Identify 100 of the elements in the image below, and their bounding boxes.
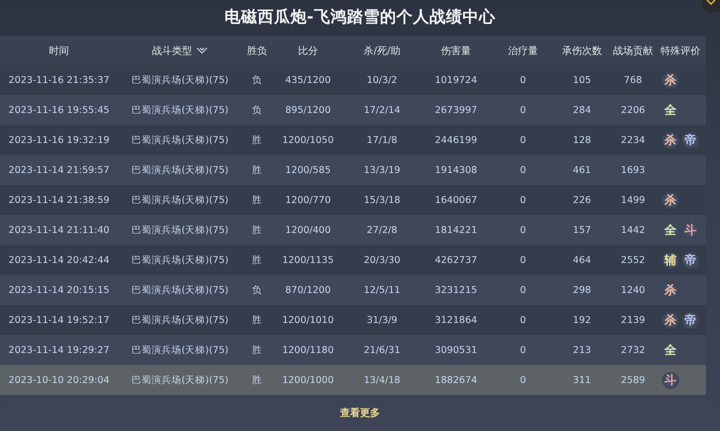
table-cell-text: 895/1200 [284, 104, 332, 116]
rating-badge: 帝 [682, 252, 699, 268]
rating-badge: 杀 [662, 312, 679, 328]
table-cell-text: 0 [518, 74, 528, 86]
table-cell-text: 21/6/31 [362, 344, 402, 356]
table-cell-text: 128 [572, 134, 592, 146]
table-cell-text: 192 [572, 314, 592, 326]
table-cell-text: 464 [572, 254, 592, 266]
close-button[interactable] [702, 0, 720, 12]
rating-badge: 斗 [682, 222, 699, 238]
table-row[interactable]: 2023-11-14 20:15:15 巴蜀演兵场(天梯)(75) 负 870/1200 12/5/11 3231215 0 298 1240 杀 [0, 275, 706, 305]
table-cell-text: 1200/400 [284, 224, 332, 236]
table-cell-text: 3090531 [434, 344, 478, 356]
table-cell-text: 1499 [620, 194, 646, 206]
chevron-down-icon[interactable] [196, 47, 208, 54]
table-cell-text: 1442 [620, 224, 646, 236]
column-header: 战场贡献 [613, 44, 653, 58]
column-header: 承伤次数 [562, 44, 602, 58]
table-cell-text: 31/3/9 [366, 314, 398, 326]
table-cell-text: 胜 [251, 164, 263, 176]
table-cell-text: 1240 [620, 284, 646, 296]
table-cell-text: 2139 [620, 314, 646, 326]
table-cell-text: 1200/1180 [281, 344, 335, 356]
table-cell-text: 2023-11-14 20:42:44 [8, 254, 110, 266]
rating-badge: 全 [662, 102, 679, 118]
table-cell-text: 1693 [620, 164, 646, 176]
table-row[interactable]: 2023-11-14 21:59:57 巴蜀演兵场(天梯)(75) 胜 1200/585 13/3/19 1914308 0 461 1693 [0, 155, 706, 185]
table-cell-text: 1200/1050 [281, 134, 335, 146]
rating-badge: 全 [662, 222, 679, 238]
table-cell-text: 2023-11-16 21:35:37 [8, 74, 110, 86]
view-more-link[interactable]: 查看更多 [340, 406, 380, 420]
rating-badge: 斗 [662, 372, 679, 388]
table-cell-text: 1882674 [434, 374, 478, 386]
table-cell-text: 负 [251, 104, 263, 116]
table-cell-text: 3121864 [434, 314, 478, 326]
table-cell-text: 0 [518, 254, 528, 266]
table-cell-text: 27/2/8 [366, 224, 398, 236]
table-row[interactable]: 2023-11-14 20:42:44 巴蜀演兵场(天梯)(75) 胜 1200/1135 20/3/30 4262737 0 464 2552 辅 帝 [0, 245, 706, 275]
table-cell-text: 2023-11-16 19:55:45 [8, 104, 110, 116]
column-header: 伤害量 [441, 44, 471, 58]
rating-badge: 杀 [662, 282, 679, 298]
table-cell-text: 2023-11-14 21:38:59 [8, 194, 110, 206]
table-cell-text: 1200/770 [284, 194, 332, 206]
table-cell-text: 0 [518, 134, 528, 146]
table-cell-text: 2589 [620, 374, 646, 386]
table-cell-text: 1200/1135 [281, 254, 335, 266]
table-cell-text: 157 [572, 224, 592, 236]
table-cell-text: 巴蜀演兵场(天梯)(75) [130, 134, 230, 146]
table-cell-text: 20/3/30 [362, 254, 402, 266]
column-header: 特殊评价 [660, 44, 700, 58]
column-header: 治疗量 [508, 44, 538, 58]
table-cell-text: 负 [251, 74, 263, 86]
table-cell-text: 2552 [620, 254, 646, 266]
table-cell-text: 胜 [251, 374, 263, 386]
column-header: 时间 [49, 44, 69, 58]
rating-badge: 辅 [662, 252, 679, 268]
table-cell-text: 10/3/2 [366, 74, 398, 86]
table-cell-text: 13/3/19 [362, 164, 402, 176]
table-cell-text: 0 [518, 374, 528, 386]
table-cell-text: 巴蜀演兵场(天梯)(75) [130, 74, 230, 86]
table-cell-text: 0 [518, 104, 528, 116]
table-cell-text: 1200/1000 [281, 374, 335, 386]
rating-badge: 全 [662, 342, 679, 358]
rating-badge: 帝 [682, 312, 699, 328]
column-header: 胜负 [247, 44, 267, 58]
table-cell-text: 298 [572, 284, 592, 296]
table-cell-text: 巴蜀演兵场(天梯)(75) [130, 314, 230, 326]
table-cell-text: 12/5/11 [362, 284, 402, 296]
column-header: 杀/死/助 [364, 44, 400, 58]
table-cell-text: 105 [572, 74, 592, 86]
table-row[interactable]: 2023-11-16 19:55:45 巴蜀演兵场(天梯)(75) 负 895/1200 17/2/14 2673997 0 284 2206 全 [0, 95, 706, 125]
table-cell-text: 胜 [251, 224, 263, 236]
table-cell-text: 17/2/14 [362, 104, 402, 116]
table-cell-text: 1814221 [434, 224, 478, 236]
table-row[interactable]: 2023-11-14 21:11:40 巴蜀演兵场(天梯)(75) 胜 1200/400 27/2/8 1814221 0 157 1442 全 斗 [0, 215, 706, 245]
table-row[interactable]: 2023-11-14 19:52:17 巴蜀演兵场(天梯)(75) 胜 1200/1010 31/3/9 3121864 0 192 2139 杀 帝 [0, 305, 706, 335]
table-cell-text: 0 [518, 194, 528, 206]
close-icon[interactable] [706, 0, 716, 8]
rating-badge: 杀 [662, 132, 679, 148]
table-cell-text: 2732 [620, 344, 646, 356]
table-row[interactable]: 2023-11-16 21:35:37 巴蜀演兵场(天梯)(75) 负 435/1200 10/3/2 1019724 0 105 768 杀 [0, 65, 706, 95]
table-cell-text: 胜 [251, 314, 263, 326]
table-cell-text: 2234 [620, 134, 646, 146]
table-cell-text: 负 [251, 284, 263, 296]
table-cell-text: 巴蜀演兵场(天梯)(75) [130, 374, 230, 386]
table-cell-text: 2446199 [434, 134, 478, 146]
table-cell-text: 1914308 [434, 164, 478, 176]
table-cell-text: 2206 [620, 104, 646, 116]
rating-badge: 帝 [682, 132, 699, 148]
table-cell-text: 1640067 [434, 194, 478, 206]
table-cell-text: 胜 [251, 344, 263, 356]
table-row[interactable]: 2023-11-14 19:29:27 巴蜀演兵场(天梯)(75) 胜 1200/1180 21/6/31 3090531 0 213 2732 全 [0, 335, 706, 365]
table-cell-text: 17/1/8 [366, 134, 398, 146]
table-cell-text: 13/4/18 [362, 374, 402, 386]
table-cell-text: 2023-10-10 20:29:04 [8, 374, 110, 386]
column-header[interactable]: 战斗类型 [152, 44, 192, 58]
rating-badge: 杀 [662, 192, 679, 208]
table-cell-text: 0 [518, 314, 528, 326]
table-cell-text: 2673997 [434, 104, 478, 116]
table-row[interactable]: 2023-10-10 20:29:04 巴蜀演兵场(天梯)(75) 胜 1200/1000 13/4/18 1882674 0 311 2589 斗 [0, 365, 706, 395]
